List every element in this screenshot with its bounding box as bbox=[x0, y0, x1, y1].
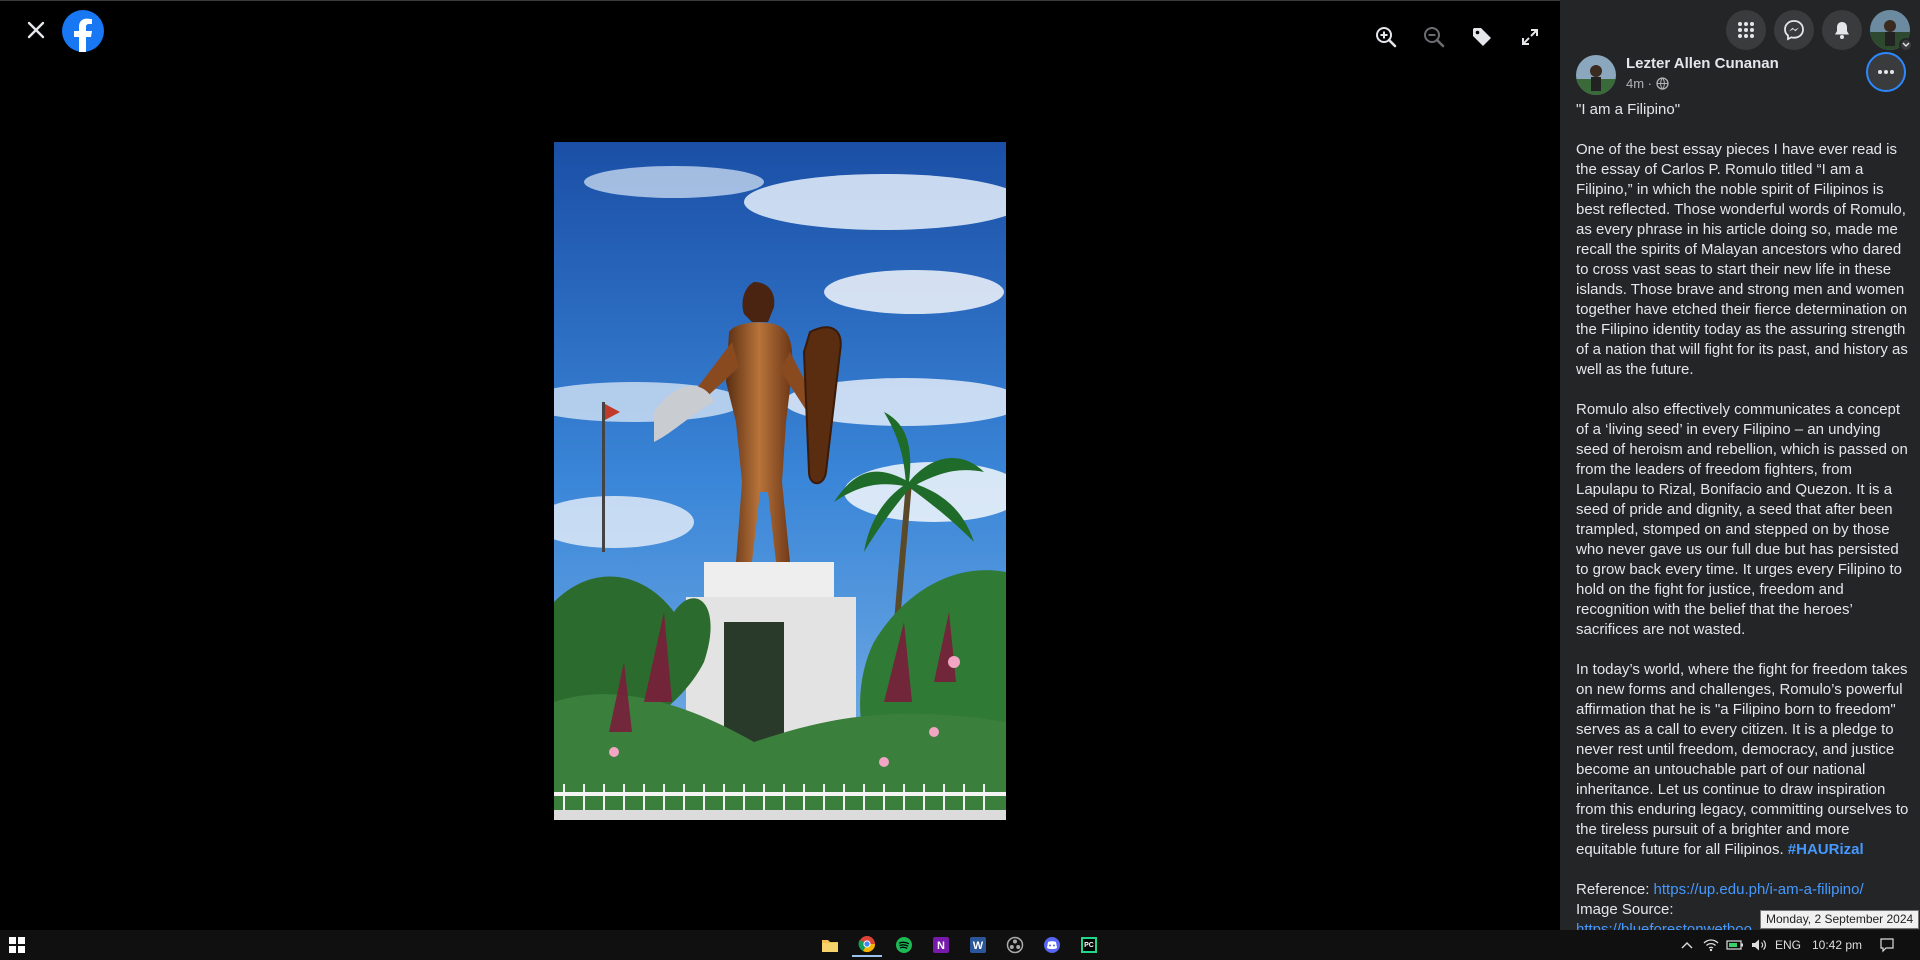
post-title: "I am a Filipino" bbox=[1576, 101, 1681, 118]
facebook-logo-icon[interactable] bbox=[62, 10, 104, 52]
post-paragraph: One of the best essay pieces I have ever… bbox=[1576, 141, 1908, 378]
windows-start-icon[interactable] bbox=[2, 933, 32, 957]
fullscreen-icon[interactable] bbox=[1512, 19, 1548, 55]
svg-text:PC: PC bbox=[1084, 942, 1094, 949]
image-source-link[interactable]: https://blueforestonwetboo... bbox=[1576, 921, 1764, 930]
globe-icon bbox=[1655, 77, 1669, 93]
author-name[interactable]: Lezter Allen Cunanan bbox=[1626, 55, 1779, 72]
menu-grid-icon[interactable] bbox=[1726, 10, 1766, 50]
post-header: Lezter Allen Cunanan 4m · bbox=[1576, 55, 1906, 95]
file-explorer-icon[interactable] bbox=[815, 933, 845, 957]
reference-link[interactable]: https://up.edu.ph/i-am-a-filipino/ bbox=[1654, 881, 1864, 898]
taskbar: N W PC ENG 10:42 pm bbox=[0, 930, 1920, 960]
close-icon[interactable] bbox=[16, 13, 56, 47]
pycharm-icon[interactable]: PC bbox=[1074, 933, 1104, 957]
post-paragraph-text: In today’s world, where the fight for fr… bbox=[1576, 661, 1909, 858]
post-paragraph: Romulo also effectively communicates a c… bbox=[1576, 401, 1908, 638]
svg-text:N: N bbox=[937, 940, 945, 952]
onenote-icon[interactable]: N bbox=[926, 933, 956, 957]
messenger-icon[interactable] bbox=[1774, 10, 1814, 50]
word-icon[interactable]: W bbox=[963, 933, 993, 957]
notifications-icon[interactable] bbox=[1822, 10, 1862, 50]
tag-icon[interactable] bbox=[1464, 19, 1500, 55]
reference-line: Reference: https://up.edu.ph/i-am-a-fili… bbox=[1576, 880, 1912, 900]
chrome-icon[interactable] bbox=[852, 933, 882, 957]
post-photo[interactable] bbox=[554, 142, 1006, 820]
account-chevron-icon[interactable] bbox=[1899, 38, 1913, 52]
post-panel: Lezter Allen Cunanan 4m · "I am a Filipi… bbox=[1560, 0, 1920, 930]
spotify-icon[interactable] bbox=[889, 933, 919, 957]
system-clock[interactable]: 10:42 pm bbox=[1812, 938, 1862, 952]
author-avatar[interactable] bbox=[1576, 55, 1616, 95]
zoom-out-icon[interactable] bbox=[1416, 19, 1452, 55]
post-timestamp[interactable]: 4m · bbox=[1626, 76, 1669, 93]
obs-icon[interactable] bbox=[1000, 933, 1030, 957]
discord-icon[interactable] bbox=[1037, 933, 1067, 957]
date-tooltip: Monday, 2 September 2024 bbox=[1760, 910, 1920, 929]
post-time-text[interactable]: 4m bbox=[1626, 76, 1644, 91]
post-paragraph: In today’s world, where the fight for fr… bbox=[1576, 660, 1912, 860]
zoom-in-icon[interactable] bbox=[1368, 19, 1404, 55]
hashtag-link[interactable]: #HAURizal bbox=[1788, 841, 1864, 858]
reference-label: Reference: bbox=[1576, 881, 1650, 898]
photo-viewer bbox=[0, 0, 1560, 930]
post-text: "I am a Filipino" One of the best essay … bbox=[1576, 100, 1912, 930]
volume-icon[interactable] bbox=[1744, 933, 1774, 957]
svg-text:W: W bbox=[973, 940, 984, 952]
more-options-button[interactable] bbox=[1866, 52, 1906, 92]
language-indicator[interactable]: ENG bbox=[1775, 938, 1801, 952]
action-center-icon[interactable] bbox=[1872, 933, 1902, 957]
